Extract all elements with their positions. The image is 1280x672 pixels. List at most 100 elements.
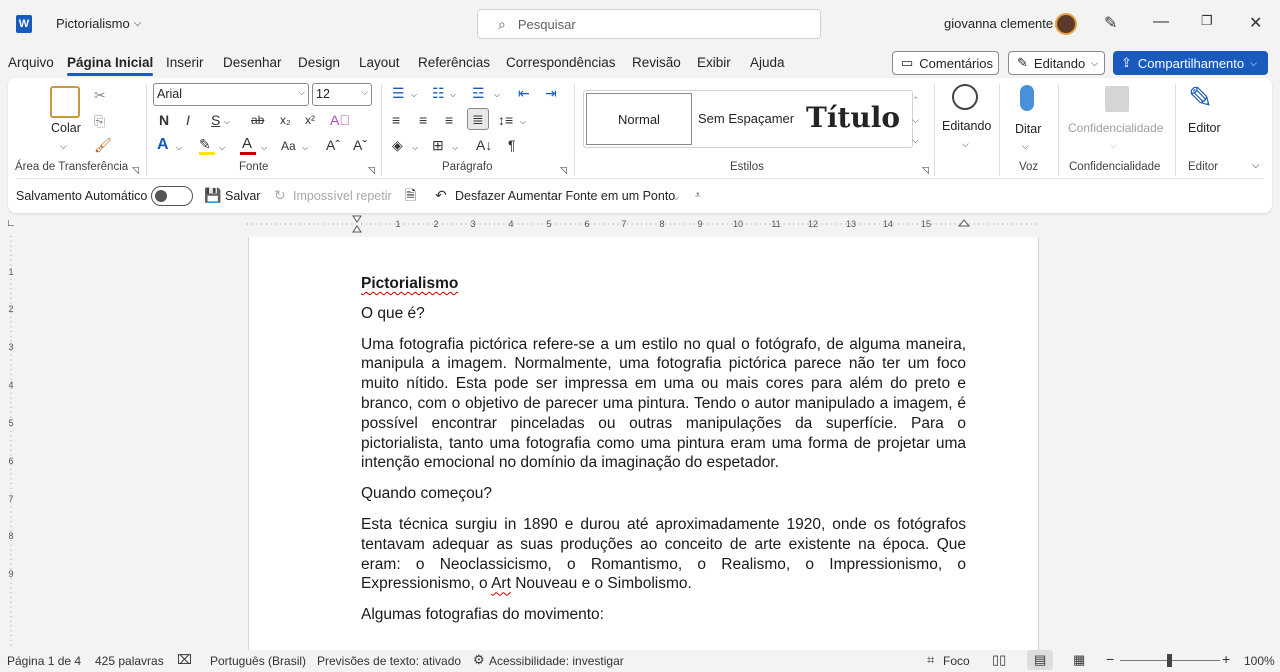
undo-icon[interactable]: ↶ <box>435 187 447 203</box>
tab-arquivo[interactable]: Arquivo <box>8 55 54 70</box>
subscript-icon[interactable]: x₂ <box>280 112 291 128</box>
tab-exibir[interactable]: Exibir <box>697 55 731 70</box>
find-icon[interactable] <box>952 84 978 110</box>
share-button[interactable]: ⇪ Compartilhamento ⌵ <box>1113 51 1268 75</box>
change-case-icon[interactable]: Aa <box>281 138 296 154</box>
language-status[interactable]: Português (Brasil) <box>210 654 306 668</box>
chevron-down-icon[interactable]: ⌵ <box>176 140 182 156</box>
chevron-down-icon[interactable]: ⌵ <box>962 136 969 152</box>
decrease-indent-icon[interactable]: ⇤ <box>518 85 530 101</box>
editor-icon[interactable]: ✎ <box>1188 83 1213 115</box>
underline-icon[interactable]: S <box>211 112 220 128</box>
style-normal[interactable]: Normal <box>586 93 692 145</box>
grow-font-icon[interactable]: Aˆ <box>326 137 340 153</box>
avatar[interactable] <box>1055 13 1077 35</box>
align-center-icon[interactable]: ≡ <box>419 112 427 128</box>
designer-icon[interactable]: ✎ <box>1104 13 1117 33</box>
scroll-up-icon[interactable]: ⌃ <box>912 92 920 108</box>
editing-mode-button[interactable]: ✎ Editando ⌵ <box>1008 51 1105 75</box>
chevron-down-icon[interactable]: ⌵ <box>452 140 458 156</box>
superscript-icon[interactable]: x² <box>305 112 315 128</box>
collapse-ribbon-icon[interactable]: ⌵ <box>1252 158 1260 174</box>
question-2[interactable]: Quando começou? <box>361 484 966 504</box>
document-body[interactable]: Pictorialismo O que é? Uma fotografia pi… <box>361 274 966 636</box>
align-right-icon[interactable]: ≡ <box>445 112 453 128</box>
tab-revisao[interactable]: Revisão <box>632 55 681 70</box>
more-styles-icon[interactable]: ⌵ <box>912 132 919 148</box>
save-icon[interactable]: 💾 <box>204 187 221 203</box>
paragraph-1[interactable]: Uma fotografia pictórica refere-se a um … <box>361 335 966 474</box>
chevron-down-icon[interactable]: ⌵ <box>60 138 67 154</box>
tab-design[interactable]: Design <box>298 55 340 70</box>
document-heading[interactable]: Pictorialismo <box>361 274 966 294</box>
highlight-icon[interactable]: ✎ <box>199 136 211 152</box>
dictate-button[interactable]: Ditar <box>1015 122 1041 136</box>
chevron-down-icon[interactable]: ⌵ <box>912 112 919 128</box>
paragraph-2[interactable]: Esta técnica surgiu in 1890 e durou até … <box>361 515 966 594</box>
chevron-down-icon[interactable]: ⌵ <box>1022 138 1029 154</box>
format-painter-icon[interactable]: 🖌 <box>94 137 112 153</box>
text-effects-icon[interactable]: A <box>157 137 169 153</box>
style-title[interactable]: Título <box>806 101 900 134</box>
question-1[interactable]: O que é? <box>361 304 966 324</box>
comments-button[interactable]: ▭ Comentários <box>892 51 999 75</box>
save-button[interactable]: Salvar <box>225 189 260 203</box>
tab-inserir[interactable]: Inserir <box>166 55 204 70</box>
tab-ajuda[interactable]: Ajuda <box>750 55 785 70</box>
dialog-launcher-icon[interactable]: ◹ <box>132 162 139 178</box>
tab-layout[interactable]: Layout <box>359 55 400 70</box>
paste-icon[interactable] <box>50 86 80 118</box>
zoom-in-icon[interactable]: + <box>1222 651 1230 667</box>
tab-selector-icon[interactable]: ∟ <box>6 216 16 232</box>
dialog-launcher-icon[interactable]: ◹ <box>368 162 375 178</box>
autosave-toggle[interactable] <box>151 186 193 206</box>
word-count[interactable]: 425 palavras <box>95 654 164 668</box>
restore-icon[interactable]: ❐ <box>1201 13 1213 29</box>
paste-label[interactable]: Colar <box>51 121 81 135</box>
chevron-down-icon[interactable]: ⌵ <box>219 140 225 156</box>
web-layout-icon[interactable]: ▦ <box>1073 652 1085 668</box>
bold-icon[interactable]: N <box>159 112 169 128</box>
shading-icon[interactable]: ◈ <box>392 137 403 153</box>
close-icon[interactable]: ✕ <box>1249 13 1262 33</box>
text-predictions-status[interactable]: Previsões de texto: ativado <box>317 654 461 668</box>
document-title[interactable]: Pictorialismo ⌵ <box>56 16 141 31</box>
vertical-scrollbar[interactable] <box>1266 236 1280 650</box>
chevron-down-icon[interactable]: ⌵ <box>520 114 526 130</box>
tab-referencias[interactable]: Referências <box>418 55 490 70</box>
shrink-font-icon[interactable]: Aˇ <box>353 137 367 153</box>
cut-icon[interactable]: ✂ <box>94 87 106 103</box>
tab-pagina-inicial[interactable]: Página Inicial <box>67 55 154 76</box>
bullets-icon[interactable]: ☰ <box>392 85 405 101</box>
chevron-down-icon[interactable]: ⌵ <box>224 114 230 130</box>
chevron-down-icon[interactable]: ⌵ <box>411 87 417 103</box>
borders-icon[interactable]: ⊞ <box>432 137 444 153</box>
align-left-icon[interactable]: ≡ <box>392 112 400 128</box>
microphone-icon[interactable] <box>1020 85 1034 111</box>
tab-correspondencias[interactable]: Correspondências <box>506 55 616 70</box>
style-no-spacing[interactable]: Sem Espaçamer <box>698 111 794 126</box>
editing-group-button[interactable]: Editando <box>942 119 991 133</box>
zoom-out-icon[interactable]: − <box>1106 651 1114 667</box>
dialog-launcher-icon[interactable]: ◹ <box>560 162 567 178</box>
question-3[interactable]: Algumas fotografias do movimento: <box>361 605 966 625</box>
multilevel-list-icon[interactable]: ☲ <box>472 85 485 101</box>
accessibility-status[interactable]: Acessibilidade: investigar <box>489 654 624 668</box>
zoom-slider-thumb[interactable] <box>1167 654 1172 667</box>
zoom-level[interactable]: 100% <box>1244 654 1275 668</box>
justify-button[interactable]: ≣ <box>467 108 489 130</box>
document-page[interactable]: Pictorialismo O que é? Uma fotografia pi… <box>248 237 1039 650</box>
chevron-down-icon[interactable]: ⌵ <box>412 140 418 156</box>
numbering-icon[interactable]: ☷ <box>432 85 445 101</box>
show-marks-icon[interactable]: ¶ <box>508 137 516 153</box>
chevron-down-icon[interactable]: ⌵ <box>261 140 267 156</box>
copy-icon[interactable]: ⎘ <box>94 113 105 129</box>
font-size-select[interactable]: 12 ⌵ <box>312 83 372 106</box>
clear-formatting-icon[interactable]: A⃠ <box>330 112 350 128</box>
customize-qat-icon[interactable]: ⩡ <box>695 188 701 204</box>
horizontal-ruler[interactable]: 1 2 3 4 5 6 7 8 9 10 11 12 13 14 15 <box>247 214 1040 234</box>
increase-indent-icon[interactable]: ⇥ <box>545 85 557 101</box>
user-name[interactable]: giovanna clemente <box>944 16 1053 31</box>
chevron-down-icon[interactable]: ⌵ <box>302 140 308 156</box>
editor-button[interactable]: Editor <box>1188 121 1221 135</box>
